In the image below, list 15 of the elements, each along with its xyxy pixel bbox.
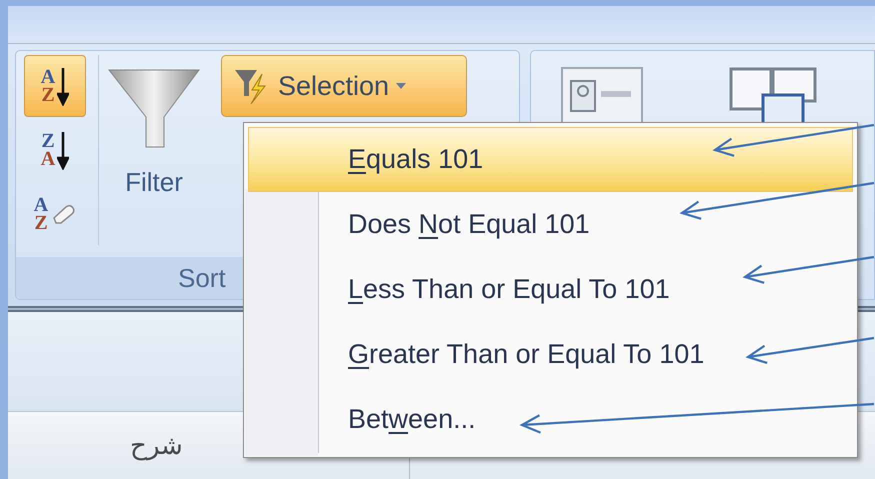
down-arrow-icon xyxy=(57,130,70,170)
selection-button[interactable]: Selection xyxy=(221,55,467,117)
group-label: Sort xyxy=(178,262,226,294)
eraser-icon xyxy=(50,204,76,224)
menu-item[interactable]: Equals 101 xyxy=(248,127,853,192)
down-arrow-icon xyxy=(57,66,70,106)
caret-icon xyxy=(395,82,408,90)
funnel-icon xyxy=(108,67,200,149)
clear-sort-button[interactable]: A Z xyxy=(24,183,86,245)
sort-descending-button[interactable]: Z A xyxy=(24,119,86,181)
menu-item[interactable]: Does Not Equal 101 xyxy=(248,192,853,257)
menu-item[interactable]: Less Than or Equal To 101 xyxy=(248,257,853,322)
menu-item[interactable]: Greater Than or Equal To 101 xyxy=(248,322,853,387)
filter-button[interactable]: Filter xyxy=(99,55,209,205)
sort-ascending-button[interactable]: A Z xyxy=(24,55,86,117)
